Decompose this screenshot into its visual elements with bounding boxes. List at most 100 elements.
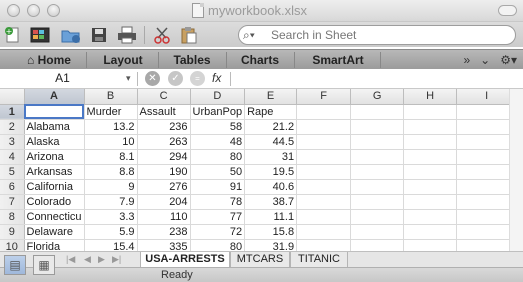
cell[interactable]	[350, 239, 405, 251]
sheet-tab-titanic[interactable]: TITANIC	[290, 252, 348, 268]
cell[interactable]	[296, 224, 352, 240]
page-layout-view-icon[interactable]: ▦	[33, 255, 55, 275]
overflow-chevron-icon[interactable]: »	[463, 53, 470, 67]
cell[interactable]	[456, 239, 518, 251]
search-icon[interactable]: ⌕▾	[243, 28, 265, 43]
cell[interactable]: 3.3	[84, 209, 138, 225]
cell[interactable]: Delaware	[24, 224, 85, 240]
cancel-entry-icon[interactable]: ✕	[145, 71, 160, 86]
cell[interactable]	[403, 224, 458, 240]
cell[interactable]: 48	[190, 134, 246, 150]
column-header[interactable]: F	[296, 89, 352, 105]
cell[interactable]: 72	[190, 224, 246, 240]
tab-tables[interactable]: Tables	[162, 50, 222, 70]
cell[interactable]: 110	[137, 209, 191, 225]
cell[interactable]	[296, 179, 352, 195]
cell[interactable]	[296, 119, 352, 135]
cell[interactable]	[403, 134, 458, 150]
cell[interactable]	[350, 119, 405, 135]
cell[interactable]: 77	[190, 209, 246, 225]
equals-icon[interactable]: =	[190, 71, 205, 86]
cell[interactable]: 11.1	[244, 209, 298, 225]
cell[interactable]: 5.9	[84, 224, 138, 240]
row-header[interactable]: 2	[0, 119, 25, 135]
cell[interactable]: 335	[137, 239, 191, 251]
column-header[interactable]: B	[84, 89, 138, 105]
cell[interactable]: Alaska	[24, 134, 85, 150]
cell[interactable]: 91	[190, 179, 246, 195]
templates-icon[interactable]	[29, 24, 51, 46]
cell[interactable]	[403, 164, 458, 180]
cell[interactable]	[296, 239, 352, 251]
cell[interactable]: 236	[137, 119, 191, 135]
cell[interactable]	[296, 104, 352, 120]
cell[interactable]	[456, 134, 518, 150]
row-header[interactable]: 6	[0, 179, 25, 195]
active-cell[interactable]	[24, 104, 85, 120]
cell[interactable]	[350, 134, 405, 150]
cell[interactable]: 8.8	[84, 164, 138, 180]
cell[interactable]	[456, 164, 518, 180]
cell[interactable]	[296, 149, 352, 165]
cell[interactable]	[403, 119, 458, 135]
minimize-window-button[interactable]	[27, 4, 40, 17]
tab-charts[interactable]: Charts	[230, 50, 290, 70]
save-icon[interactable]	[88, 24, 110, 46]
cell[interactable]: Murder	[84, 104, 138, 120]
cell[interactable]: Arizona	[24, 149, 85, 165]
cell[interactable]: 38.7	[244, 194, 298, 210]
cell[interactable]	[296, 134, 352, 150]
worksheet-grid[interactable]: A B C D E F G H I 1 Murder Assault UrbanPop…	[0, 89, 523, 251]
cell[interactable]	[456, 209, 518, 225]
row-header[interactable]: 7	[0, 194, 25, 210]
toolbar-toggle-button[interactable]	[498, 5, 517, 16]
cell[interactable]	[350, 104, 405, 120]
cell[interactable]: 40.6	[244, 179, 298, 195]
column-header[interactable]: A	[24, 89, 85, 105]
cell[interactable]: 238	[137, 224, 191, 240]
print-icon[interactable]	[116, 24, 138, 46]
cell[interactable]: Alabama	[24, 119, 85, 135]
cell[interactable]	[403, 194, 458, 210]
cell[interactable]: 276	[137, 179, 191, 195]
normal-view-icon[interactable]: ▤	[4, 255, 26, 275]
sheet-tab-mtcars[interactable]: MTCARS	[230, 252, 290, 268]
cell[interactable]: 15.4	[84, 239, 138, 251]
enter-formula-icon[interactable]: ✓	[168, 71, 183, 86]
cell[interactable]	[456, 104, 518, 120]
row-header[interactable]: 3	[0, 134, 25, 150]
prev-sheet-icon[interactable]: ◀	[84, 252, 91, 267]
row-header[interactable]: 4	[0, 149, 25, 165]
gear-icon[interactable]: ⚙▾	[500, 53, 517, 67]
cell[interactable]: 50	[190, 164, 246, 180]
cell[interactable]: 8.1	[84, 149, 138, 165]
cell[interactable]	[350, 179, 405, 195]
cell[interactable]: Rape	[244, 104, 298, 120]
cell[interactable]	[350, 194, 405, 210]
cell[interactable]: 58	[190, 119, 246, 135]
cell[interactable]	[350, 164, 405, 180]
cell[interactable]: Assault	[137, 104, 191, 120]
paste-icon[interactable]	[178, 24, 200, 46]
cell[interactable]: 13.2	[84, 119, 138, 135]
vertical-scrollbar[interactable]	[509, 89, 523, 251]
cell[interactable]: Florida	[24, 239, 85, 251]
cell[interactable]: 9	[84, 179, 138, 195]
insert-function-icon[interactable]: fx	[212, 69, 221, 88]
cell[interactable]	[403, 209, 458, 225]
cell[interactable]: California	[24, 179, 85, 195]
column-header[interactable]: H	[403, 89, 458, 105]
cell[interactable]: 78	[190, 194, 246, 210]
column-header[interactable]: E	[244, 89, 298, 105]
sheet-tab-usa-arrests[interactable]: USA-ARRESTS	[140, 252, 230, 268]
zoom-window-button[interactable]	[47, 4, 60, 17]
column-header[interactable]: G	[350, 89, 405, 105]
column-header[interactable]: D	[190, 89, 246, 105]
cell[interactable]	[296, 209, 352, 225]
tab-layout[interactable]: Layout	[90, 50, 156, 70]
cell[interactable]: 19.5	[244, 164, 298, 180]
cell[interactable]	[456, 149, 518, 165]
cell[interactable]: UrbanPop	[190, 104, 246, 120]
new-workbook-icon[interactable]: +	[2, 24, 24, 46]
first-sheet-icon[interactable]: |◀	[66, 252, 75, 267]
